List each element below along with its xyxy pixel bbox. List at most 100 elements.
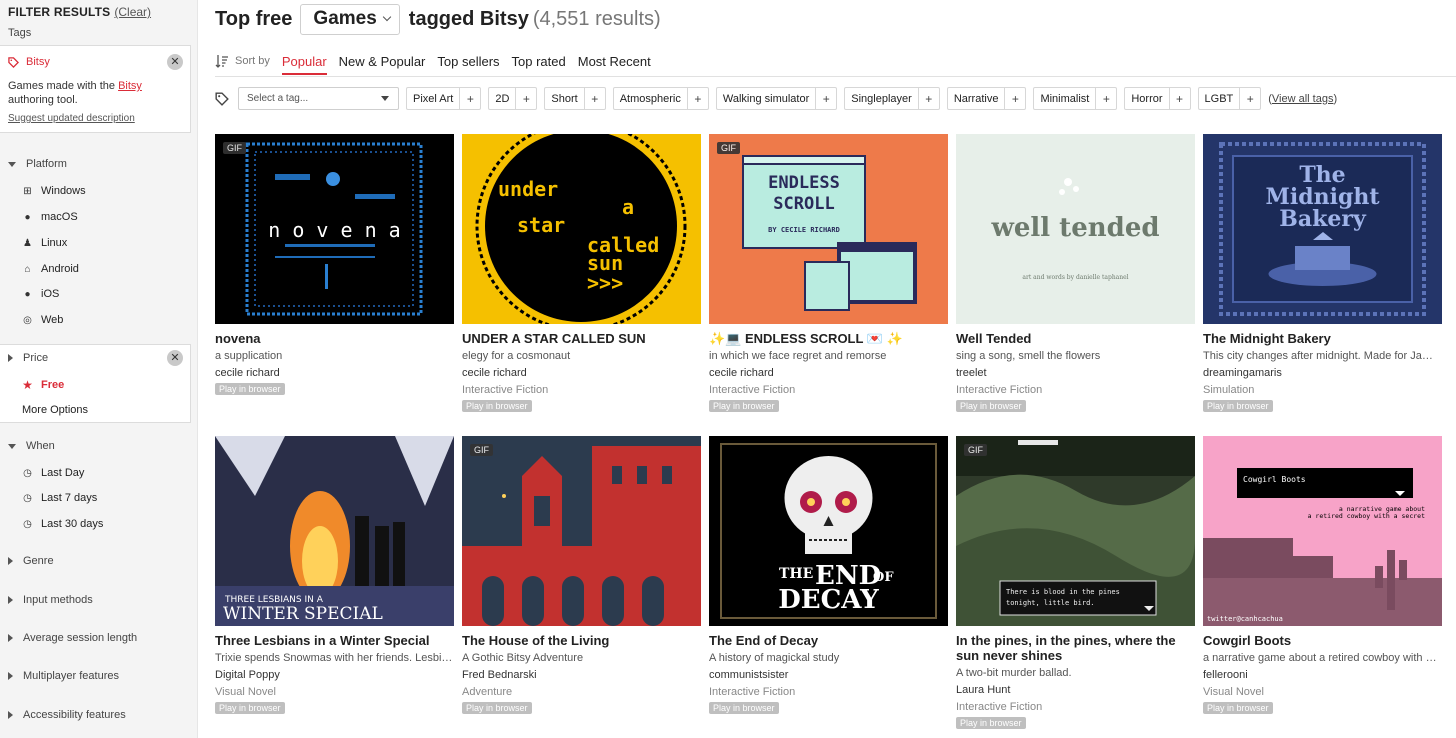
web-flag-badge: Play in browser	[215, 702, 285, 714]
game-thumbnail[interactable]: THE END OF DECAY	[709, 436, 948, 626]
game-thumbnail[interactable]: ENDLESS SCROLL BY CECILE RICHARD GIF	[709, 134, 948, 324]
tag-pill-label[interactable]: Singleplayer	[845, 88, 919, 109]
tag-pill-label[interactable]: LGBT	[1199, 88, 1241, 109]
game-title-link[interactable]: UNDER A STAR CALLED SUN	[462, 331, 701, 346]
art-line: well tended	[990, 213, 1159, 243]
game-thumbnail[interactable]: under a star called sun >>>	[462, 134, 701, 324]
input-methods-section-toggle[interactable]: Input methods	[8, 594, 93, 606]
when-section-toggle[interactable]: When	[8, 440, 55, 452]
add-tag-plus-icon[interactable]: +	[1170, 88, 1190, 109]
view-all-tags-label[interactable]: View all tags	[1272, 93, 1334, 105]
platform-section-toggle[interactable]: Platform	[8, 158, 67, 170]
when-option-label: Last Day	[41, 467, 85, 479]
game-thumbnail[interactable]: GIF	[462, 436, 701, 626]
game-short-text: a narrative game about a retired cowboy …	[1203, 652, 1442, 664]
tag-pill-label[interactable]: Short	[545, 88, 585, 109]
art-line: twitter@canhcachua	[1207, 615, 1283, 623]
remove-tag-button[interactable]: ✕	[167, 54, 183, 70]
price-option-free[interactable]: ★ Free	[22, 378, 64, 392]
tag-pill-label[interactable]: Minimalist	[1034, 88, 1097, 109]
tag-pill-label[interactable]: Horror	[1125, 88, 1170, 109]
game-author-link[interactable]: Laura Hunt	[956, 683, 1195, 697]
price-section-toggle[interactable]: Price	[8, 352, 48, 364]
game-author-link[interactable]: cecile richard	[462, 366, 701, 380]
when-option-last-30-days[interactable]: ◷ Last 30 days	[22, 518, 103, 530]
game-thumbnail[interactable]: There is blood in the pines tonight, litt…	[956, 436, 1195, 626]
game-author-link[interactable]: treelet	[956, 366, 1195, 380]
sort-tab-most-recent[interactable]: Most Recent	[578, 54, 651, 69]
game-title-link[interactable]: The Midnight Bakery	[1203, 331, 1442, 346]
platform-option-android[interactable]: ⌂ Android	[22, 263, 78, 275]
when-option-last-day[interactable]: ◷ Last Day	[22, 467, 84, 479]
art-line: BY CECILE RICHARD	[768, 226, 840, 234]
game-author-link[interactable]: Fred Bednarski	[462, 668, 701, 682]
add-tag-plus-icon[interactable]: +	[1240, 88, 1260, 109]
game-author-link[interactable]: dreamingamaris	[1203, 366, 1442, 380]
game-author-link[interactable]: cecile richard	[215, 366, 454, 380]
game-thumbnail[interactable]: Cowgirl Boots a narrative game about a ret…	[1203, 436, 1442, 626]
game-author-link[interactable]: cecile richard	[709, 366, 948, 380]
clear-filters-link[interactable]: (Clear)	[114, 5, 151, 19]
title-tagged: tagged Bitsy	[408, 7, 529, 30]
tag-pill-label[interactable]: Walking simulator	[717, 88, 817, 109]
platform-option-web[interactable]: ◎ Web	[22, 314, 63, 326]
tag-pill-label[interactable]: Narrative	[948, 88, 1006, 109]
game-title-link[interactable]: ✨💻 ENDLESS SCROLL 💌 ✨	[709, 331, 948, 346]
add-tag-plus-icon[interactable]: +	[919, 88, 939, 109]
add-tag-plus-icon[interactable]: +	[816, 88, 836, 109]
game-title-link[interactable]: In the pines, in the pines, where the su…	[956, 633, 1195, 663]
tag-suggestions: Pixel Art +2D + Short + Atmospheric + Walking s…	[406, 87, 1268, 110]
tag-pill-label[interactable]: Atmospheric	[614, 88, 688, 109]
genre-section-toggle[interactable]: Genre	[8, 555, 54, 567]
game-author-link[interactable]: Digital Poppy	[215, 668, 454, 682]
game-author-link[interactable]: fellerooni	[1203, 668, 1442, 682]
game-genre: Interactive Fiction	[956, 384, 1043, 396]
add-tag-plus-icon[interactable]: +	[688, 88, 708, 109]
platform-option-linux[interactable]: ♟ Linux	[22, 237, 67, 249]
game-title-link[interactable]: The House of the Living	[462, 633, 701, 648]
tag-filter-bar: Select a tag... Pixel Art +2D + Short + Atmos…	[215, 87, 1337, 110]
suggest-description-link[interactable]: Suggest updated description	[8, 113, 135, 124]
platform-option-ios[interactable]: ● iOS	[22, 288, 59, 300]
add-tag-plus-icon[interactable]: +	[516, 88, 536, 109]
game-genre: Adventure	[462, 686, 513, 698]
platform-option-label: Web	[41, 314, 64, 326]
bitsy-link[interactable]: Bitsy	[118, 80, 142, 92]
add-tag-plus-icon[interactable]: +	[460, 88, 480, 109]
sort-tab-new-popular[interactable]: New & Popular	[339, 54, 426, 69]
add-tag-plus-icon[interactable]: +	[1096, 88, 1116, 109]
art-line: >>>	[587, 271, 623, 295]
game-title-link[interactable]: Three Lesbians in a Winter Special	[215, 633, 454, 648]
web-flag-badge: Play in browser	[956, 717, 1026, 729]
game-title-link[interactable]: novena	[215, 331, 454, 346]
sort-tab-top-rated[interactable]: Top rated	[512, 54, 566, 69]
add-tag-plus-icon[interactable]: +	[585, 88, 605, 109]
multiplayer-section-toggle[interactable]: Multiplayer features	[8, 670, 119, 682]
view-all-tags-link[interactable]: (View all tags)	[1268, 93, 1337, 105]
classification-dropdown[interactable]: Games	[300, 3, 400, 35]
platform-option-macos[interactable]: ● macOS	[22, 211, 77, 223]
game-thumbnail[interactable]: The Midnight Bakery	[1203, 134, 1442, 324]
session-length-section-toggle[interactable]: Average session length	[8, 632, 137, 644]
game-thumbnail[interactable]: THREE LESBIANS IN A WINTER SPECIAL	[215, 436, 454, 626]
game-author-link[interactable]: communistsister	[709, 668, 948, 682]
accessibility-section-toggle[interactable]: Accessibility features	[8, 709, 126, 721]
sort-tab-top-sellers[interactable]: Top sellers	[437, 54, 499, 69]
remove-price-filter-button[interactable]: ✕	[167, 350, 183, 366]
game-short-text: This city changes after midnight. Made f…	[1203, 350, 1442, 362]
platform-option-windows[interactable]: ⊞ Windows	[22, 185, 85, 197]
game-thumbnail[interactable]: n o v e n a GIF	[215, 134, 454, 324]
sort-tab-popular[interactable]: Popular	[281, 54, 327, 75]
tag-pill-label[interactable]: 2D	[489, 88, 517, 109]
tag-pill-label[interactable]: Pixel Art	[407, 88, 461, 109]
tag-select-dropdown[interactable]: Select a tag...	[238, 87, 399, 110]
add-tag-plus-icon[interactable]: +	[1005, 88, 1025, 109]
gif-badge: GIF	[964, 444, 987, 456]
art-line: Bakery	[1279, 206, 1367, 232]
game-title-link[interactable]: Well Tended	[956, 331, 1195, 346]
when-option-last-7-days[interactable]: ◷ Last 7 days	[22, 492, 97, 504]
game-title-link[interactable]: The End of Decay	[709, 633, 948, 648]
game-title-link[interactable]: Cowgirl Boots	[1203, 633, 1442, 648]
game-thumbnail[interactable]: well tended art and words by danielle tap…	[956, 134, 1195, 324]
price-more-options[interactable]: More Options	[22, 404, 88, 416]
